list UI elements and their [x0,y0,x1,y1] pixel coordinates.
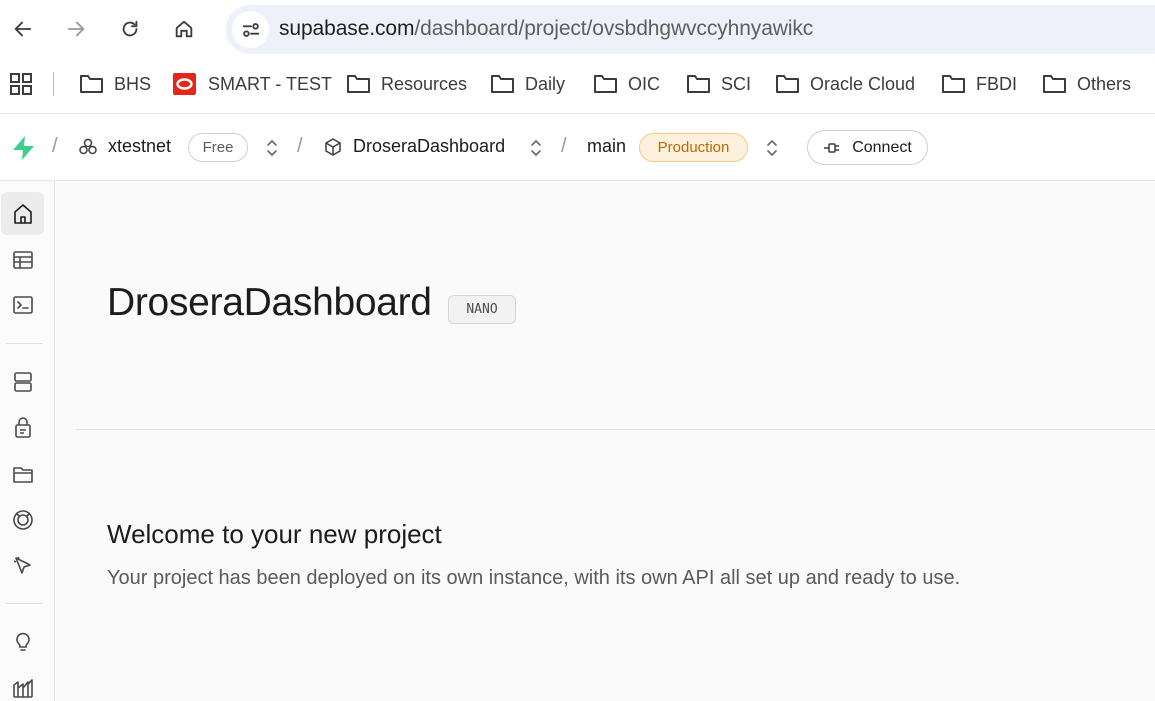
sidebar-item-reports[interactable] [1,666,44,701]
branch-selector[interactable]: main [587,136,626,157]
folder-icon [1043,75,1066,93]
bookmark-sci[interactable]: SCI [686,70,751,98]
folder-icon [776,75,799,93]
chevron-updown-icon[interactable] [765,138,779,158]
bookmark-label: OIC [628,73,661,94]
bookmark-label: BHS [114,73,152,94]
connect-label: Connect [852,138,912,156]
branch-name: main [587,136,627,156]
chevron-updown-icon[interactable] [529,138,543,158]
sidebar-item-table-editor[interactable] [1,238,44,281]
chevron-updown-icon[interactable] [265,138,279,158]
breadcrumb-separator: / [52,135,58,157]
breadcrumb-separator: / [561,135,567,157]
bookmark-label: SMART - TEST [208,73,333,94]
apps-grid-icon[interactable] [9,72,33,96]
sidebar-separator [6,603,43,604]
sidebar-item-home[interactable] [1,192,44,235]
project-name: DroseraDashboard [353,136,506,156]
bookmark-bhs[interactable]: BHS [79,70,151,98]
reload-icon [122,20,138,37]
back-button[interactable] [3,9,43,49]
bookmark-label: Oracle Cloud [810,73,916,94]
arrow-left-icon [14,21,32,37]
folder-icon [687,75,710,93]
bookmark-oracle-cloud[interactable]: Oracle Cloud [775,70,915,98]
welcome-heading: Welcome to your new project [107,519,442,549]
reports-icon [12,678,33,698]
bookmark-label: FBDI [976,73,1018,94]
house-icon [175,20,193,38]
sidebar-item-authentication[interactable] [1,406,44,449]
reload-button[interactable] [110,9,150,49]
plug-icon [824,142,840,153]
authentication-icon [14,416,31,438]
bookmark-label: Others [1077,73,1132,94]
page-title: DroseraDashboard [107,281,432,324]
connect-button[interactable]: Connect [807,130,928,165]
tune-icon [242,22,259,37]
org-selector[interactable]: xtestnet [78,136,171,157]
bookmarks-separator [53,72,54,96]
url-path: /dashboard/project/ovsbdhgwvccyhnyawikc [414,17,814,40]
bookmark-others[interactable]: Others [1042,70,1131,98]
bookmark-resources[interactable]: Resources [346,70,467,98]
divider [76,429,1155,430]
bookmark-label: SCI [721,73,752,94]
table-editor-icon [12,250,33,269]
bookmark-daily[interactable]: Daily [490,70,565,98]
browser-toolbar: supabase.com/dashboard/project/ovsbdhgwv… [0,0,1155,58]
sidebar-separator [6,343,43,344]
url-host: supabase.com [279,17,415,40]
folder-icon [491,75,514,93]
box-icon [325,137,341,156]
organization-icon [79,138,97,154]
sidebar-item-edge-functions[interactable] [1,544,44,587]
welcome-description: Your project has been deployed on its ow… [107,567,961,589]
home-button[interactable] [164,9,204,49]
site-info-button[interactable] [232,11,269,48]
breadcrumb-separator: / [297,135,303,157]
folder-icon [347,75,370,93]
bookmark-label: Daily [525,73,566,94]
realtime-icon [12,509,33,530]
sidebar-item-advisors[interactable] [1,620,44,663]
address-bar[interactable]: supabase.com/dashboard/project/ovsbdhgwv… [226,5,1155,54]
sidebar [0,181,55,701]
bookmark-fbdi[interactable]: FBDI [941,70,1017,98]
folder-icon [942,75,965,93]
forward-button[interactable] [56,9,96,49]
plan-badge: Free [188,133,248,162]
compute-size-badge: NANO [448,295,516,324]
database-icon [13,371,32,392]
sidebar-item-realtime[interactable] [1,498,44,541]
sidebar-item-database[interactable] [1,360,44,403]
bookmark-label: Resources [381,73,468,94]
storage-icon [12,466,33,483]
sql-editor-icon [12,295,33,314]
org-name: xtestnet [108,136,172,156]
app-header [0,113,1155,181]
edge-functions-icon [13,556,31,574]
advisors-icon [15,632,30,651]
supabase-logo-icon[interactable] [11,135,36,161]
oracle-icon [173,73,196,95]
folder-icon [80,75,103,93]
folder-icon [594,75,617,93]
sidebar-item-sql-editor[interactable] [1,283,44,326]
arrow-right-icon [67,21,85,37]
url-text[interactable]: supabase.com/dashboard/project/ovsbdhgwv… [279,17,813,41]
bookmark-oic[interactable]: OIC [593,70,660,98]
bookmark-smart-test[interactable]: SMART - TEST [173,70,332,98]
sidebar-item-storage[interactable] [1,452,44,495]
project-selector[interactable]: DroseraDashboard [323,136,505,157]
main-content [56,181,1155,701]
environment-badge: Production [639,133,748,162]
home-icon [13,203,32,224]
